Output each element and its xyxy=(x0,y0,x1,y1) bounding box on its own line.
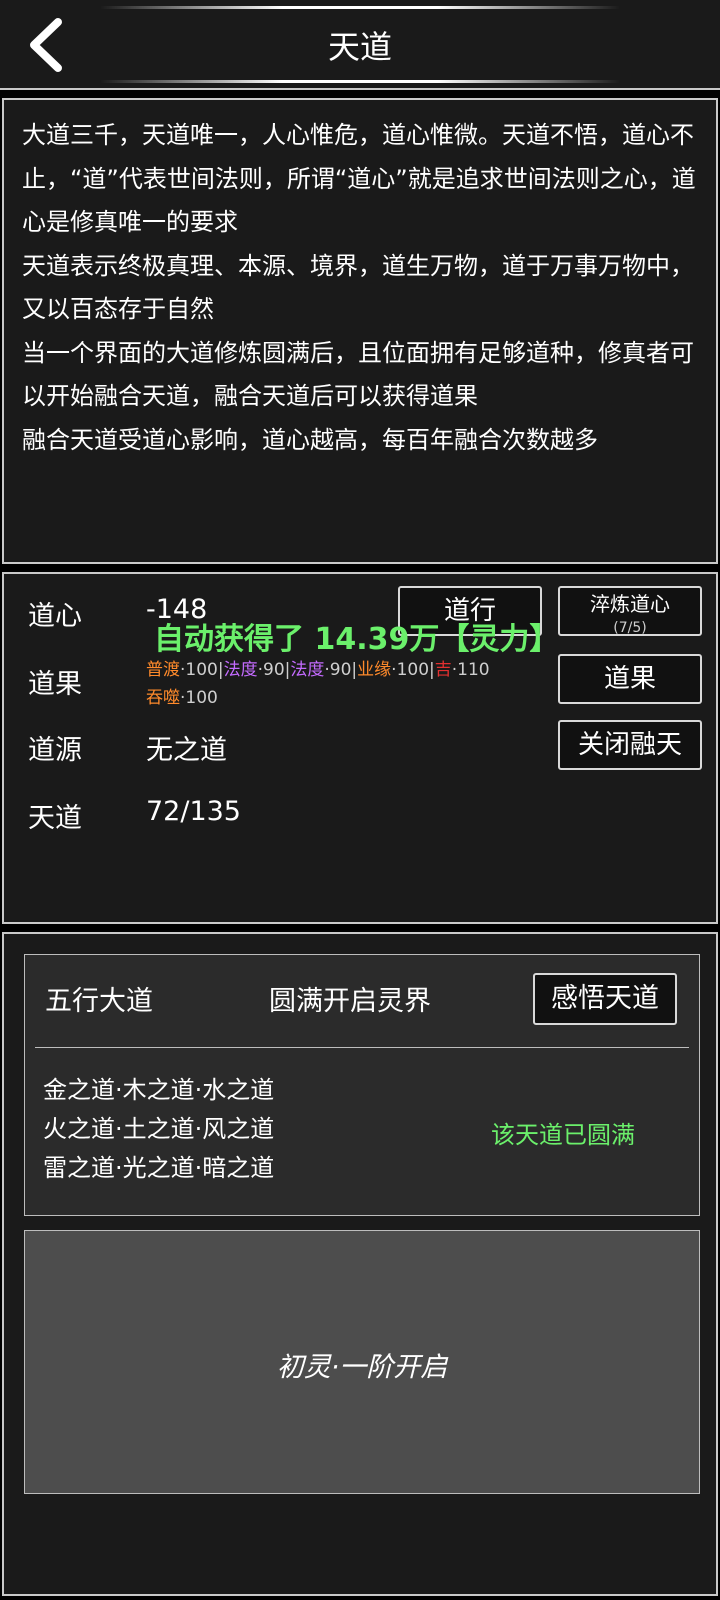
ways-list: 金之道·木之道·水之道 火之道·土之道·风之道 雷之道·光之道·暗之道 xyxy=(43,1071,274,1188)
daoguo-item-name: 业缘 xyxy=(357,660,392,680)
close-fusion-button[interactable]: 关闭融天 xyxy=(558,720,702,770)
description-panel: 大道三千，天道唯一，人心惟危，道心惟微。天道不悟，道心不止，“道”代表世间法则，… xyxy=(2,98,718,564)
temper-daoxin-button[interactable]: 淬炼道心 (7/5) xyxy=(558,586,702,636)
realm-label: 初灵·一阶开启 xyxy=(276,1352,448,1383)
way-item: 水之道 xyxy=(202,1076,275,1104)
realm-button[interactable]: 初灵·一阶开启 xyxy=(24,1230,700,1494)
header-top-ornament xyxy=(100,6,620,9)
daoxin-label: 道心 xyxy=(28,601,82,632)
description-paragraph: 天道表示终极真理、本源、境界，道生万物，道于万事万物中，又以百态存于自然 xyxy=(22,251,694,324)
daoguo-item-name: 法度 xyxy=(290,660,325,680)
ways-row: 金之道·木之道·水之道 xyxy=(43,1076,275,1104)
daoguo-item-value: 100 xyxy=(185,688,218,708)
description-paragraph: 大道三千，天道唯一，人心惟危，道心惟微。天道不悟，道心不止，“道”代表世间法则，… xyxy=(22,121,696,236)
comprehend-tiandao-label: 感悟天道 xyxy=(551,983,659,1014)
ways-row: 火之道·土之道·风之道 xyxy=(43,1115,275,1143)
daoguo-item-value: 100 xyxy=(396,660,430,680)
temper-daoxin-count: (7/5) xyxy=(613,620,647,636)
tiandao-value: 72/135 xyxy=(146,796,241,827)
wuxing-card: 五行大道 圆满开启灵界 感悟天道 金之道·木之道·水之道 火之道·土之道·风之道… xyxy=(24,954,700,1216)
daoguo-item-value: 90 xyxy=(263,660,285,680)
comprehend-tiandao-button[interactable]: 感悟天道 xyxy=(533,973,677,1025)
daoguo-item-value: 110 xyxy=(457,660,490,680)
page-title: 天道 xyxy=(327,28,392,66)
way-item: 雷之道 xyxy=(43,1154,115,1182)
daoguo-item-name: 吞噬 xyxy=(146,688,180,708)
daoguo-list: 普渡·100|法度·90|法度·90|业缘·100|吉·110 吞噬·100 xyxy=(146,660,490,708)
way-item: 金之道 xyxy=(43,1076,115,1104)
temper-daoxin-label: 淬炼道心 xyxy=(590,592,670,616)
way-item: 土之道 xyxy=(122,1115,195,1143)
close-fusion-label: 关闭融天 xyxy=(577,730,682,760)
header-bar: 天道 xyxy=(0,0,720,90)
daoguo-button[interactable]: 道果 xyxy=(558,654,702,704)
way-item: 光之道 xyxy=(122,1154,195,1182)
daoyuan-label: 道源 xyxy=(28,735,82,766)
daoguo-item-name: 普渡 xyxy=(146,660,180,680)
description-paragraph: 当一个界面的大道修炼圆满后，且位面拥有足够道种，修真者可以开始融合天道，融合天道… xyxy=(22,338,694,411)
tiandao-complete-text: 该天道已圆满 xyxy=(491,1121,635,1149)
description-text: 大道三千，天道唯一，人心惟危，道心惟微。天道不悟，道心不止，“道”代表世间法则，… xyxy=(22,114,702,462)
wuxing-panel: 五行大道 圆满开启灵界 感悟天道 金之道·木之道·水之道 火之道·土之道·风之道… xyxy=(2,932,718,1596)
daoguo-button-label: 道果 xyxy=(603,664,656,694)
way-item: 火之道 xyxy=(43,1115,115,1143)
way-item: 暗之道 xyxy=(202,1154,275,1182)
daoguo-label: 道果 xyxy=(28,669,82,700)
daoguo-item-name: 吉 xyxy=(434,660,452,680)
card-divider xyxy=(35,1047,689,1048)
daoguo-item-value: 100 xyxy=(185,660,218,680)
daoguo-item-value: 90 xyxy=(329,660,352,680)
header-bottom-ornament xyxy=(100,80,620,83)
way-item: 风之道 xyxy=(202,1115,275,1143)
wuxing-title: 五行大道 xyxy=(45,986,153,1017)
daoyuan-value: 无之道 xyxy=(146,735,227,766)
stats-panel: 道心 -148 道果 普渡·100|法度·90|法度·90|业缘·100|吉·1… xyxy=(2,572,718,924)
way-item: 木之道 xyxy=(122,1076,195,1104)
wuxing-status: 圆满开启灵界 xyxy=(269,986,431,1017)
ways-row: 雷之道·光之道·暗之道 xyxy=(43,1154,275,1182)
daoguo-item-name: 法度 xyxy=(223,660,258,680)
description-paragraph: 融合天道受道心影响，道心越高，每百年融合次数越多 xyxy=(22,425,598,454)
tiandao-label: 天道 xyxy=(28,803,82,834)
auto-gain-toast: 自动获得了 14.39万【灵力】 xyxy=(154,622,560,657)
